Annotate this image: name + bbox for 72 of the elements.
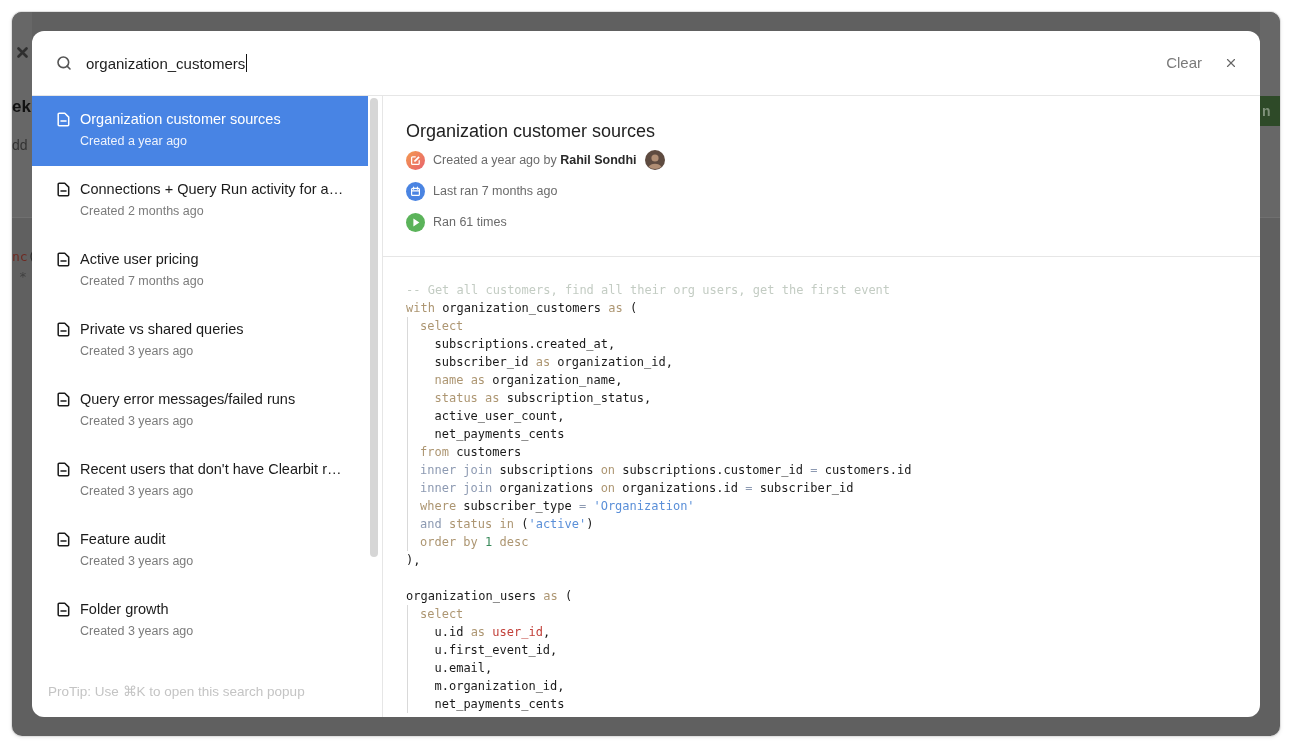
result-item[interactable]: Query error messages/failed runs Created 3 years ago (32, 376, 369, 446)
result-item[interactable]: Active user pricing Created 7 months ago (32, 236, 369, 306)
result-title: Recent users that don't have Clearbit r… (80, 460, 342, 479)
protip-text: ProTip: Use ⌘K to open this search popup (48, 683, 305, 701)
meta-text: Created a year ago by Rahil Sondhi (433, 152, 637, 169)
result-date: Created 2 months ago (80, 203, 204, 220)
code-line: select (420, 318, 464, 335)
code-line: m.organization_id, (434, 678, 565, 695)
code-line: active_user_count, (434, 408, 565, 425)
document-icon (57, 532, 70, 547)
result-date: Created 3 years ago (80, 343, 194, 360)
result-item[interactable]: Private vs shared queries Created 3 years ago (32, 306, 369, 376)
code-line: u.first_event_id, (434, 642, 558, 659)
result-title: Active user pricing (80, 250, 199, 269)
document-icon (57, 182, 70, 197)
code-line: organization_users as ( (406, 588, 573, 605)
code-line: subscriptions.created_at, (434, 336, 616, 353)
result-title: Organization customer sources (80, 110, 281, 129)
code-line: inner join subscriptions on subscriptions.customer_id = customers.id (420, 462, 912, 479)
scrollbar-thumb[interactable] (370, 98, 379, 557)
result-item[interactable]: Organization customer sources Created a year ago (32, 96, 369, 166)
code-text: * (19, 268, 27, 286)
result-item[interactable]: Recent users that don't have Clearbit r… Created 3 years ago (32, 446, 369, 516)
avatar (644, 150, 665, 170)
page-heading: ek (12, 97, 31, 117)
code-line: -- Get all customers, find all their org users, get the first event (406, 282, 891, 299)
result-item[interactable]: Folder growth Created 3 years ago (32, 586, 369, 656)
close-button[interactable] (1224, 56, 1238, 70)
meta-text: Last ran 7 months ago (433, 183, 558, 200)
document-icon (57, 322, 70, 337)
code-line: name as organization_name, (434, 372, 623, 389)
result-date: Created 3 years ago (80, 413, 194, 430)
result-title: Folder growth (80, 600, 169, 619)
result-title: Connections + Query Run activity for a… (80, 180, 344, 199)
clear-button[interactable]: Clear (1166, 53, 1202, 73)
result-title: Feature audit (80, 530, 166, 549)
document-icon (57, 112, 70, 127)
code-line: u.id as user_id, (434, 624, 551, 641)
search-field[interactable]: organization_customers (86, 51, 1167, 75)
result-title: Query error messages/failed runs (80, 390, 296, 409)
code-line: status as subscription_status, (434, 390, 652, 407)
code-line: order by 1 desc (420, 534, 529, 551)
edit-icon (406, 150, 425, 170)
query-title: Organization customer sources (406, 120, 656, 143)
play-icon (406, 212, 425, 232)
code-line: subscriber_id as organization_id, (434, 354, 673, 371)
code-line: from customers (420, 444, 522, 461)
result-title: Private vs shared queries (80, 320, 244, 339)
result-date: Created 3 years ago (80, 553, 194, 570)
result-item[interactable]: Feature audit Created 3 years ago (32, 516, 369, 586)
code-line: select (420, 606, 464, 623)
code-line: ), (406, 552, 421, 569)
calendar-icon (406, 181, 425, 201)
document-icon (57, 602, 70, 617)
close-icon[interactable] (17, 47, 28, 58)
code-line: u.email, (434, 660, 493, 677)
result-date: Created 7 months ago (80, 273, 204, 290)
result-item[interactable]: Connections + Query Run activity for a… Created 2 months ago (32, 166, 369, 236)
document-icon (57, 252, 70, 267)
meta-text: Ran 61 times (433, 214, 507, 231)
result-date: Created a year ago (80, 133, 187, 150)
result-date: Created 3 years ago (80, 483, 194, 500)
document-icon (57, 462, 70, 477)
code-line: with organization_customers as ( (406, 300, 638, 317)
result-date: Created 3 years ago (80, 623, 194, 640)
code-line: net_payments_cents (434, 696, 565, 713)
code-line: net_payments_cents (434, 426, 565, 443)
document-icon (57, 392, 70, 407)
code-line: where subscriber_type = 'Organization' (420, 498, 695, 515)
search-icon (56, 55, 72, 71)
code-line: and status in ('active') (420, 516, 594, 533)
code-line: inner join organizations on organizations.id = subscriber_id (420, 480, 854, 497)
